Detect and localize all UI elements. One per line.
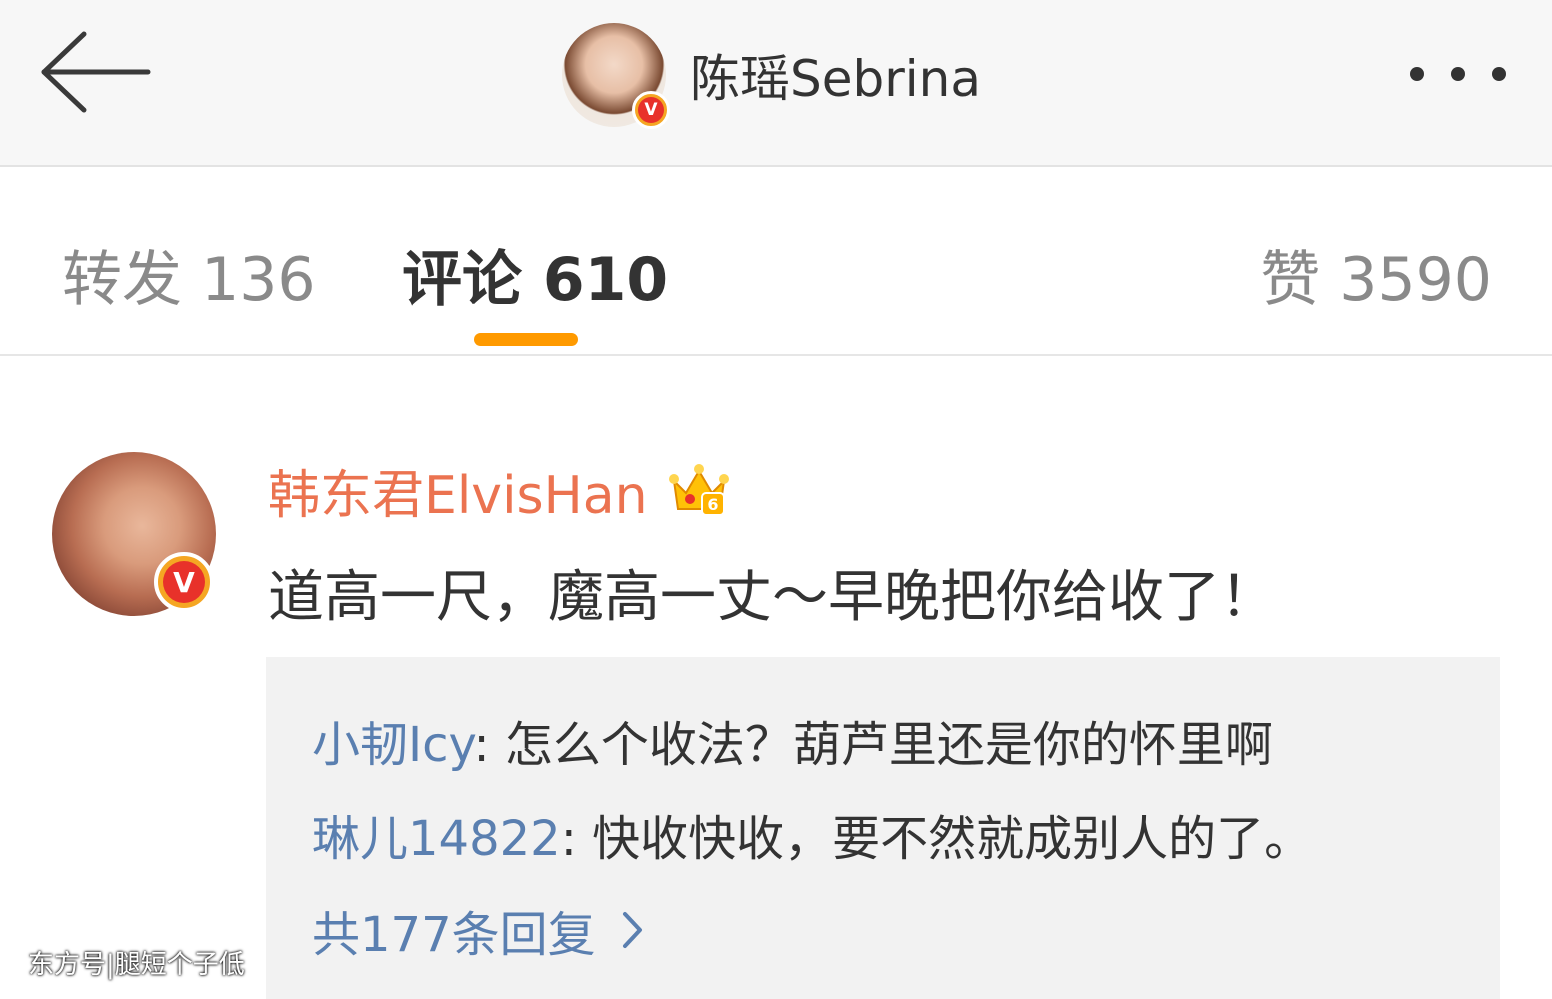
verified-badge: V (632, 91, 670, 129)
reply-item: 琳儿14822: 快收快收，要不然就成别人的了。 (312, 799, 1312, 869)
commenter-name[interactable]: 韩东君ElvisHan (268, 453, 648, 528)
active-tab-indicator (474, 333, 578, 346)
more-replies-link[interactable]: 共177条回复 (312, 895, 644, 965)
reply-box[interactable]: 小韧Icy: 怎么个收法？葫芦里还是你的怀里啊 琳儿14822: 快收快收，要不… (266, 657, 1500, 999)
reply-username[interactable]: 琳儿14822 (312, 811, 561, 867)
tab-bar: 转发 136 评论 610 赞 3590 (0, 169, 1552, 356)
commenter-avatar[interactable]: V (52, 452, 216, 616)
top-bar: V 陈瑶Sebrina (0, 0, 1552, 167)
profile-avatar[interactable]: V (562, 23, 670, 129)
watermark: 东方号|腿短个子低 (28, 950, 245, 980)
back-button[interactable] (36, 24, 156, 124)
more-dots-icon (1410, 67, 1424, 81)
arrow-left-icon (41, 31, 151, 113)
comment-text: 道高一尺，魔高一丈～早晚把你给收了！ (268, 565, 1276, 630)
crown-icon[interactable]: 6 (668, 459, 730, 521)
reply-text: : 怎么个收法？葫芦里还是你的怀里啊 (473, 717, 1273, 773)
more-replies-label: 共177条回复 (312, 907, 596, 963)
profile-title: V 陈瑶Sebrina (562, 20, 981, 130)
profile-name[interactable]: 陈瑶Sebrina (690, 39, 981, 111)
reply-username[interactable]: 小韧Icy (312, 717, 473, 773)
verified-badge: V (154, 552, 214, 612)
tab-comment[interactable]: 评论 610 (402, 231, 668, 318)
tab-repost[interactable]: 转发 136 (62, 231, 316, 318)
level-number: 6 (707, 495, 718, 514)
comment-header: 韩东君ElvisHan 6 (268, 458, 730, 526)
reply-item: 小韧Icy: 怎么个收法？葫芦里还是你的怀里啊 (312, 705, 1273, 775)
more-dots-icon (1492, 67, 1506, 81)
more-options-button[interactable] (1400, 52, 1516, 96)
reply-text: : 快收快收，要不然就成别人的了。 (560, 811, 1313, 867)
chevron-right-icon (622, 912, 642, 948)
more-dots-icon (1451, 67, 1465, 81)
tab-likes[interactable]: 赞 3590 (1260, 231, 1492, 318)
